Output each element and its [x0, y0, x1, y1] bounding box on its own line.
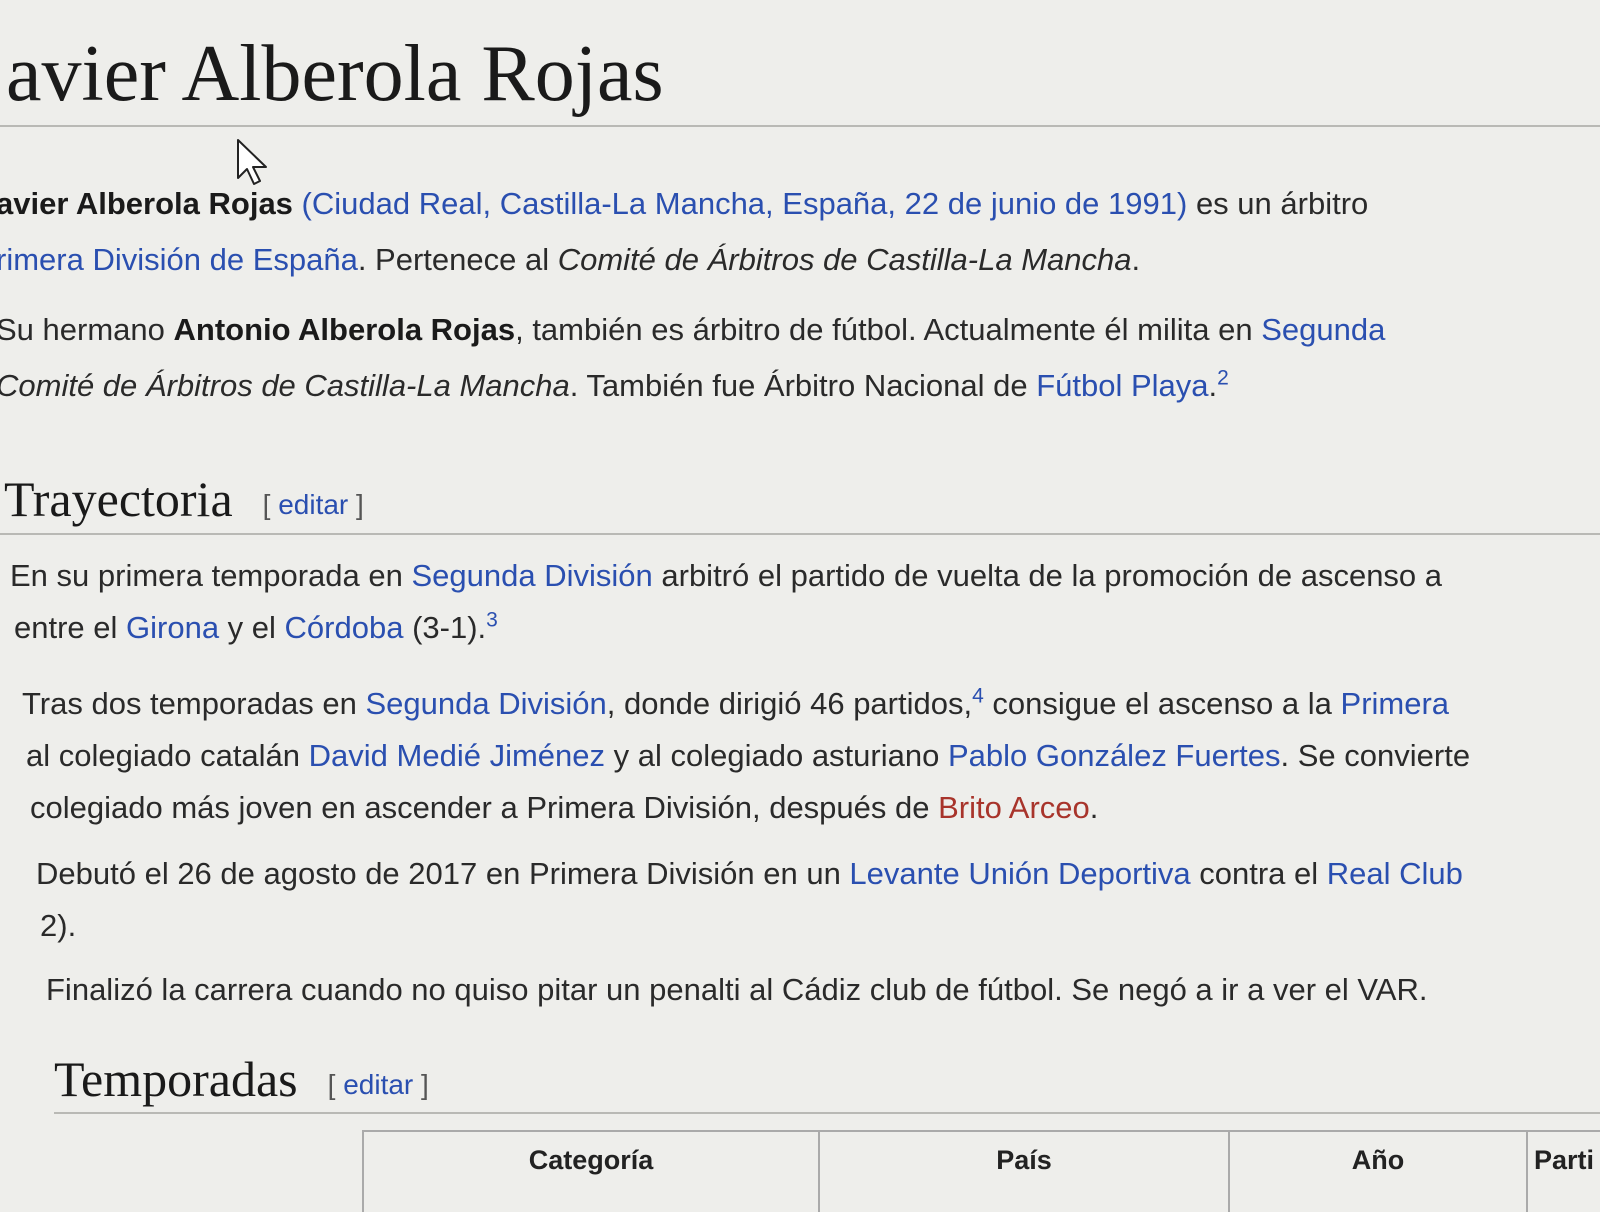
career-para-2-line-3: colegiado más joven en ascender a Primer… [30, 780, 1098, 836]
reference-4-link[interactable]: 4 [972, 685, 984, 708]
bracket: [ [262, 488, 279, 520]
section-heading-temporadas: Temporadas [ editar ] [54, 1050, 429, 1108]
section-divider [0, 533, 1600, 535]
edit-section-trayectoria: [ editar ] [263, 489, 364, 520]
section-divider [54, 1112, 1600, 1114]
brother-name: Antonio Alberola Rojas [173, 312, 516, 347]
table-header-categoria[interactable]: Categoría [362, 1132, 818, 1212]
career-para-1-line-2: entre el Girona y el Córdoba (3-1).3 [14, 600, 498, 656]
para-text: , donde dirigió 46 partidos, [606, 686, 973, 721]
bracket: ] [413, 1068, 429, 1100]
brother-line-2: Comité de Árbitros de Castilla-La Mancha… [0, 358, 1229, 414]
title-divider [0, 125, 1600, 127]
edit-section-temporadas: [ editar ] [328, 1069, 429, 1100]
segunda-link[interactable]: Segunda [1261, 312, 1385, 347]
committee-name: Comité de Árbitros de Castilla-La Mancha [0, 368, 570, 403]
brother-text: , también es árbitro de fútbol. Actualme… [515, 312, 1262, 347]
section-heading-trayectoria: Trayectoria [ editar ] [4, 470, 364, 528]
david-medie-link[interactable]: David Medié Jiménez [309, 738, 605, 773]
primera-division-link[interactable]: rimera División de España [0, 242, 358, 277]
table-header-pais[interactable]: País [818, 1132, 1228, 1212]
committee-name: Comité de Árbitros de Castilla-La Mancha [557, 242, 1132, 277]
brother-text: . [1208, 368, 1218, 403]
career-para-2-line-2: al colegiado catalán David Medié Jiménez… [26, 728, 1470, 784]
page-title: avier Alberola Rojas [6, 30, 664, 118]
segunda-division-link[interactable]: Segunda División [412, 558, 653, 593]
reference-3-link[interactable]: 3 [486, 609, 498, 632]
pablo-gonzalez-link[interactable]: Pablo González Fuertes [948, 738, 1281, 773]
para-text: . [1089, 790, 1099, 825]
career-para-1-line-1: En su primera temporada en Segunda Divis… [10, 548, 1442, 604]
para-text: . Se convierte [1280, 738, 1471, 773]
bracket: [ [327, 1068, 344, 1100]
intro-line-2: rimera División de España. Pertenece al … [0, 232, 1140, 288]
futbol-playa-link[interactable]: Fútbol Playa [1036, 368, 1208, 403]
brother-line-1: Su hermano Antonio Alberola Rojas, tambi… [0, 302, 1385, 358]
para-text: contra el [1190, 856, 1327, 891]
intro-text: . [1131, 242, 1141, 277]
para-text: al colegiado catalán [26, 738, 309, 773]
primera-link[interactable]: Primera [1341, 686, 1450, 721]
intro-text: . Pertenece al [357, 242, 558, 277]
para-text: entre el [14, 610, 127, 645]
birthplace-date-link[interactable]: (Ciudad Real, Castilla-La Mancha, España… [302, 186, 1188, 221]
heading-text: Temporadas [54, 1051, 298, 1107]
intro-line-1: avier Alberola Rojas (Ciudad Real, Casti… [0, 176, 1368, 232]
table-header-ano[interactable]: Año [1228, 1132, 1526, 1212]
para-text: 2). [40, 908, 77, 943]
bracket: ] [348, 488, 364, 520]
para-text: consigue el ascenso a la [983, 686, 1341, 721]
intro-text: es un árbitro [1187, 186, 1369, 221]
para-text: colegiado más joven en ascender a Primer… [30, 790, 939, 825]
para-text: En su primera temporada en [10, 558, 412, 593]
para-text: Debutó el 26 de agosto de 2017 en Primer… [36, 856, 850, 891]
levante-link[interactable]: Levante Unión Deportiva [849, 856, 1190, 891]
brito-arceo-link[interactable]: Brito Arceo [938, 790, 1090, 825]
table-header-partidos[interactable]: Parti [1526, 1132, 1600, 1212]
brother-text: Su hermano [0, 312, 174, 347]
edit-link[interactable]: editar [278, 489, 348, 520]
heading-text: Trayectoria [4, 471, 233, 527]
career-para-2-line-1: Tras dos temporadas en Segunda División,… [22, 676, 1449, 732]
para-text: y el [219, 610, 285, 645]
para-text: (3-1). [403, 610, 487, 645]
para-text: y al colegiado asturiano [605, 738, 948, 773]
para-text: Tras dos temporadas en [22, 686, 366, 721]
brother-text: . También fue Árbitro Nacional de [569, 368, 1037, 403]
para-text: arbitró el partido de vuelta de la promo… [652, 558, 1443, 593]
reference-2-link[interactable]: 2 [1217, 367, 1229, 390]
career-para-3-line-1: Debutó el 26 de agosto de 2017 en Primer… [36, 846, 1463, 902]
real-club-link[interactable]: Real Club [1327, 856, 1463, 891]
girona-link[interactable]: Girona [126, 610, 219, 645]
edit-link[interactable]: editar [343, 1069, 413, 1100]
career-para-3-line-2: 2). [40, 898, 76, 954]
cordoba-link[interactable]: Córdoba [285, 610, 404, 645]
segunda-division-link[interactable]: Segunda División [365, 686, 606, 721]
mouse-pointer-icon [237, 139, 267, 185]
subject-name: avier Alberola Rojas [0, 186, 293, 221]
career-para-4: Finalizó la carrera cuando no quiso pita… [46, 972, 1428, 1007]
